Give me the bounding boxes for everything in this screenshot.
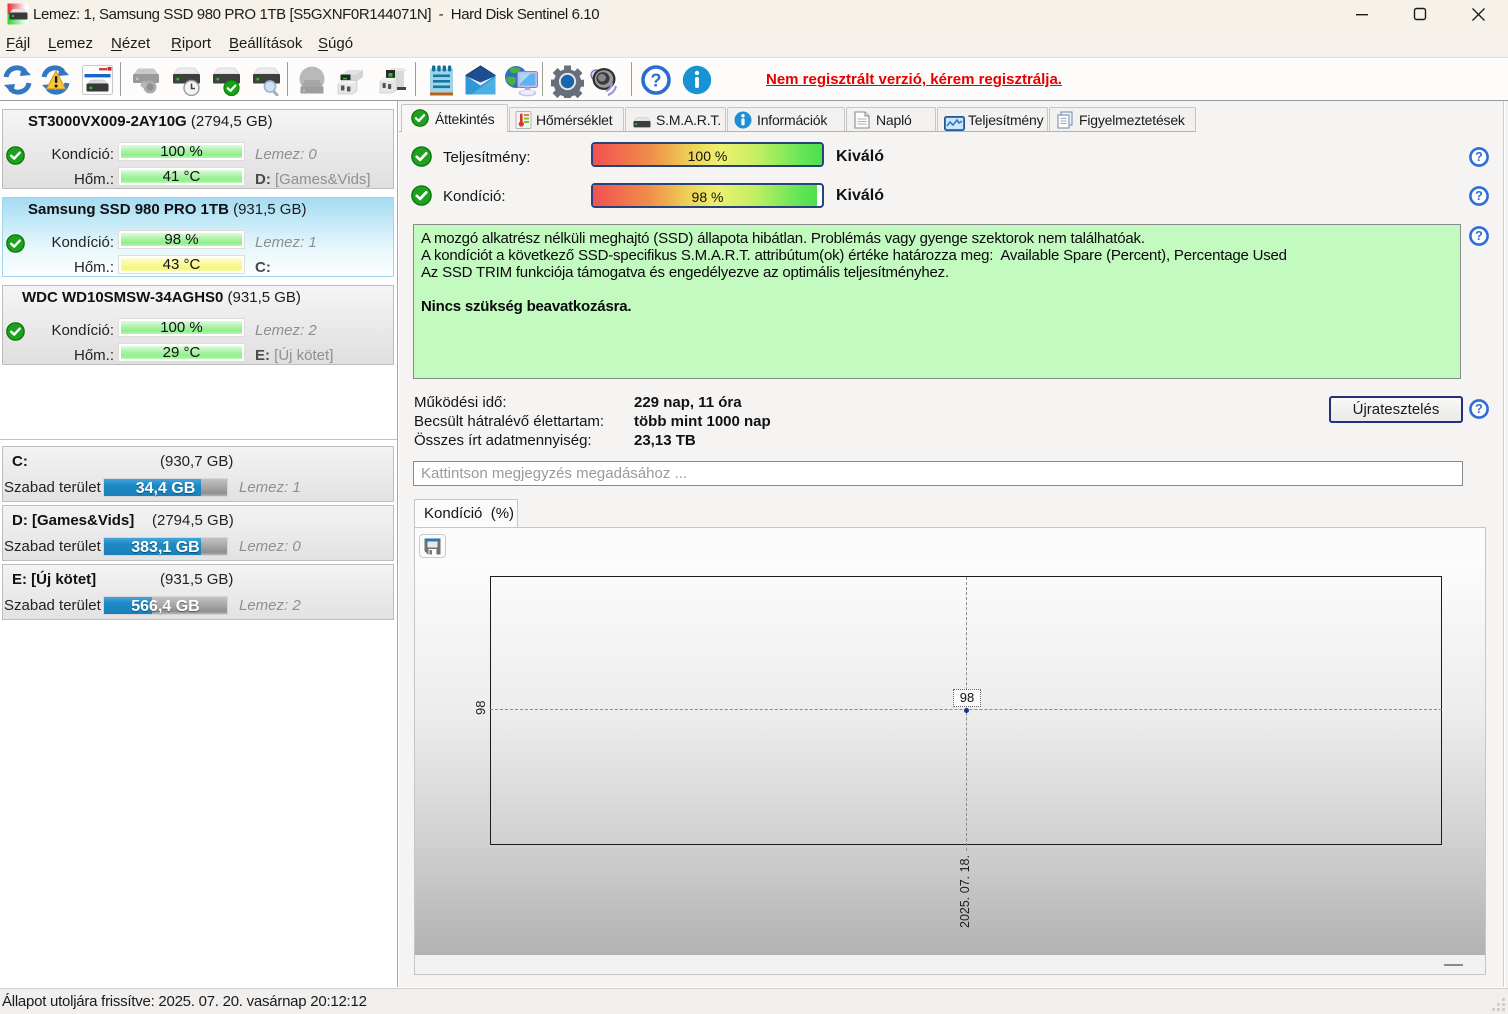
svg-text:?: ? xyxy=(1475,402,1483,416)
svg-text:?: ? xyxy=(1475,189,1483,203)
svg-text:?: ? xyxy=(1475,150,1483,164)
svg-text:?: ? xyxy=(1475,229,1483,243)
svg-text:?: ? xyxy=(651,71,662,91)
